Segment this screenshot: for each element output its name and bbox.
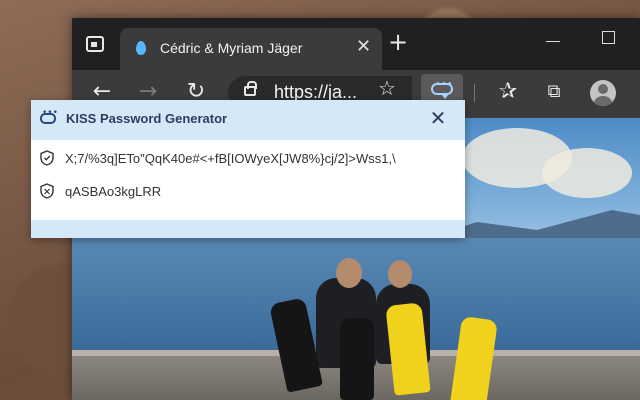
tab-title: Cédric & Myriam Jäger xyxy=(160,40,303,56)
shield-plain-icon xyxy=(40,183,54,199)
shield-check-icon xyxy=(40,150,54,166)
password-text[interactable]: X;7/%3q]ETo"QqK40e#<+fB[IOWyeX[JW8%}cj/2… xyxy=(65,151,396,166)
lock-icon[interactable] xyxy=(244,81,257,96)
toolbar-separator xyxy=(474,84,475,102)
diver-left-head xyxy=(336,258,362,288)
collections-icon[interactable]: ⧉ xyxy=(538,76,570,108)
kiss-logo-icon xyxy=(40,108,58,124)
add-favorite-icon[interactable]: ☆ xyxy=(378,76,396,100)
password-row-simple[interactable]: qASBAo3kgLRR xyxy=(31,180,465,206)
speech-bubble-password-icon xyxy=(431,79,453,99)
close-icon[interactable]: ✕ xyxy=(429,106,447,130)
water-drop-icon xyxy=(136,41,146,55)
popup-footer xyxy=(31,220,465,238)
profile-avatar-icon[interactable] xyxy=(590,80,616,106)
new-tab-button[interactable]: + xyxy=(388,30,408,54)
cloud xyxy=(542,148,632,198)
title-bar: Cédric & Myriam Jäger ✕ + xyxy=(72,18,640,70)
tab-active[interactable]: Cédric & Myriam Jäger ✕ xyxy=(120,28,382,70)
favorites-icon[interactable]: ✰ xyxy=(492,76,524,108)
tab-actions-icon[interactable] xyxy=(86,36,104,52)
popup-header: KISS Password Generator ✕ xyxy=(31,100,465,140)
password-row-strong[interactable]: X;7/%3q]ETo"QqK40e#<+fB[IOWyeX[JW8%}cj/2… xyxy=(31,147,465,173)
popup-title: KISS Password Generator xyxy=(66,111,228,126)
password-text[interactable]: qASBAo3kgLRR xyxy=(65,184,161,199)
diver-right-head xyxy=(388,260,412,288)
minimize-button[interactable] xyxy=(546,41,560,42)
tab-close-icon[interactable]: ✕ xyxy=(356,36,371,57)
maximize-button[interactable] xyxy=(602,31,615,44)
black-fin xyxy=(340,318,374,400)
kiss-password-popup: KISS Password Generator ✕ X;7/%3q]ETo"Qq… xyxy=(31,100,465,238)
